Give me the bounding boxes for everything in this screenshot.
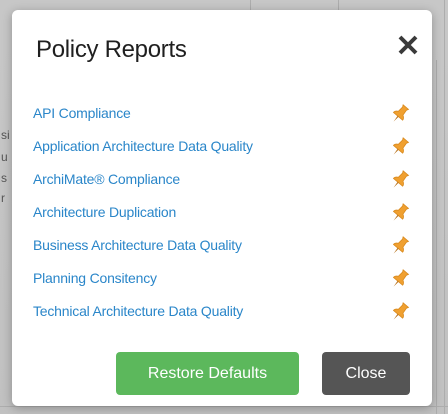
list-item: ArchiMate® Compliance [33,169,413,202]
report-link-api-compliance[interactable]: API Compliance [33,103,131,123]
pin-icon[interactable] [388,168,412,192]
list-item: Architecture Duplication [33,202,413,235]
pin-icon[interactable] [388,300,412,324]
list-item: Business Architecture Data Quality [33,235,413,268]
report-list: API Compliance Application Architecture … [33,103,413,334]
report-link-archimate-compliance[interactable]: ArchiMate® Compliance [33,169,180,189]
report-link-architecture-duplication[interactable]: Architecture Duplication [33,202,176,222]
pin-icon[interactable] [388,102,412,126]
report-link-business-architecture-data-quality[interactable]: Business Architecture Data Quality [33,235,242,255]
dialog-title: Policy Reports [36,36,187,63]
close-x-icon[interactable] [395,32,421,58]
dialog-footer: Restore Defaults Close [12,352,432,396]
close-button[interactable]: Close [322,352,410,395]
list-item: API Compliance [33,103,413,136]
pin-icon[interactable] [388,267,412,291]
pin-icon[interactable] [388,201,412,225]
restore-defaults-button[interactable]: Restore Defaults [116,352,299,395]
list-item: Application Architecture Data Quality [33,136,413,169]
list-item: Technical Architecture Data Quality [33,301,413,334]
policy-reports-dialog: Policy Reports API Compliance Applicatio… [12,10,432,406]
report-link-application-architecture-data-quality[interactable]: Application Architecture Data Quality [33,136,253,156]
pin-icon[interactable] [388,135,412,159]
report-link-technical-architecture-data-quality[interactable]: Technical Architecture Data Quality [33,301,243,321]
pin-icon[interactable] [388,234,412,258]
report-link-planning-consitency[interactable]: Planning Consitency [33,268,157,288]
list-item: Planning Consitency [33,268,413,301]
